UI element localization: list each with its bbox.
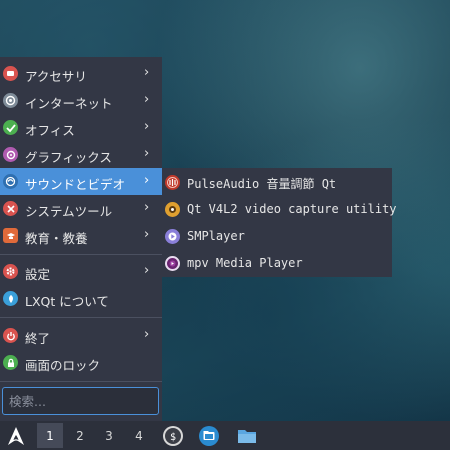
taskbar: 1 2 3 4 $ — [0, 421, 450, 450]
arch-logo-icon — [8, 427, 24, 445]
menu-item-settings[interactable]: 設定 › — [0, 258, 162, 285]
submenu-sound-video: PulseAudio 音量調節 Qt Qt V4L2 video capture… — [162, 168, 397, 277]
submenu-item-smplayer[interactable]: SMPlayer — [162, 223, 392, 250]
menu-item-label: サウンドとビデオ — [25, 177, 126, 192]
settings-icon — [3, 264, 18, 279]
graphics-icon — [3, 147, 18, 162]
chevron-right-icon: › — [144, 146, 150, 161]
internet-icon — [3, 93, 18, 108]
desktop-switch-2[interactable]: 2 — [67, 423, 93, 448]
menu-divider — [0, 317, 162, 318]
menu-item-label: 終了 — [25, 331, 51, 346]
chevron-right-icon: › — [144, 173, 150, 188]
menu-item-label: 画面のロック — [25, 358, 101, 373]
search-box — [2, 387, 159, 415]
chevron-right-icon: › — [144, 263, 150, 278]
svg-text:$: $ — [170, 432, 176, 443]
terminal-icon[interactable]: $ — [162, 425, 184, 447]
menu-divider — [0, 254, 162, 255]
menu-item-about-lxqt[interactable]: LXQt について — [0, 285, 162, 312]
menu-item-label: アクセサリ — [25, 69, 87, 84]
menu-item-label: LXQt について — [25, 294, 109, 309]
smplayer-icon — [165, 229, 180, 244]
lock-icon — [3, 355, 18, 370]
menu-item-label: オフィス — [25, 123, 75, 138]
menu-item-accessories[interactable]: アクセサリ › — [0, 60, 162, 87]
menu-divider — [0, 381, 162, 382]
menu-item-label: システムツール — [25, 204, 113, 219]
menu-item-lock-screen[interactable]: 画面のロック — [0, 349, 162, 376]
menu-item-system-tools[interactable]: システムツール › — [0, 195, 162, 222]
desktop-switch-3[interactable]: 3 — [96, 423, 122, 448]
shutdown-icon — [3, 328, 18, 343]
search-input[interactable] — [3, 388, 149, 413]
menu-item-sound-video[interactable]: サウンドとビデオ › — [0, 168, 162, 195]
submenu-item-label: PulseAudio 音量調節 Qt — [187, 177, 337, 191]
v4l2-icon — [165, 202, 180, 217]
menu-item-education[interactable]: 教育・教養 › — [0, 222, 162, 249]
submenu-item-v4l2[interactable]: Qt V4L2 video capture utility — [162, 196, 397, 223]
submenu-item-mpv[interactable]: mpv Media Player — [162, 250, 392, 277]
menu-item-shutdown[interactable]: 終了 › — [0, 322, 162, 349]
start-menu-button[interactable] — [4, 424, 28, 448]
pulseaudio-icon — [165, 175, 180, 190]
mpv-icon — [165, 256, 180, 271]
about-icon — [3, 291, 18, 306]
education-icon — [3, 228, 18, 243]
application-menu: アクセサリ › インターネット › オフィス › グラフィックス › サウンドと… — [0, 57, 162, 421]
menu-item-label: 設定 — [25, 267, 51, 282]
submenu-item-pulseaudio[interactable]: PulseAudio 音量調節 Qt — [162, 169, 392, 196]
desktop-switch-1[interactable]: 1 — [37, 423, 63, 448]
chevron-right-icon: › — [144, 65, 150, 80]
system-tools-icon — [3, 201, 18, 216]
menu-item-office[interactable]: オフィス › — [0, 114, 162, 141]
menu-item-label: 教育・教養 — [25, 231, 88, 246]
sound-video-icon — [3, 174, 18, 189]
menu-item-graphics[interactable]: グラフィックス › — [0, 141, 162, 168]
menu-item-label: グラフィックス — [25, 150, 112, 165]
chevron-right-icon: › — [144, 227, 150, 242]
menu-item-internet[interactable]: インターネット › — [0, 87, 162, 114]
menu-item-label: インターネット — [25, 96, 113, 111]
desktop-switch-4[interactable]: 4 — [126, 423, 152, 448]
folder-icon[interactable] — [236, 425, 258, 447]
submenu-item-label: SMPlayer — [187, 229, 245, 243]
chevron-right-icon: › — [144, 200, 150, 215]
chevron-right-icon: › — [144, 119, 150, 134]
accessories-icon — [3, 66, 18, 81]
submenu-item-label: mpv Media Player — [187, 256, 303, 270]
file-manager-icon[interactable] — [198, 425, 220, 447]
office-icon — [3, 120, 18, 135]
submenu-item-label: Qt V4L2 video capture utility — [187, 202, 397, 216]
chevron-right-icon: › — [144, 92, 150, 107]
chevron-right-icon: › — [144, 327, 150, 342]
